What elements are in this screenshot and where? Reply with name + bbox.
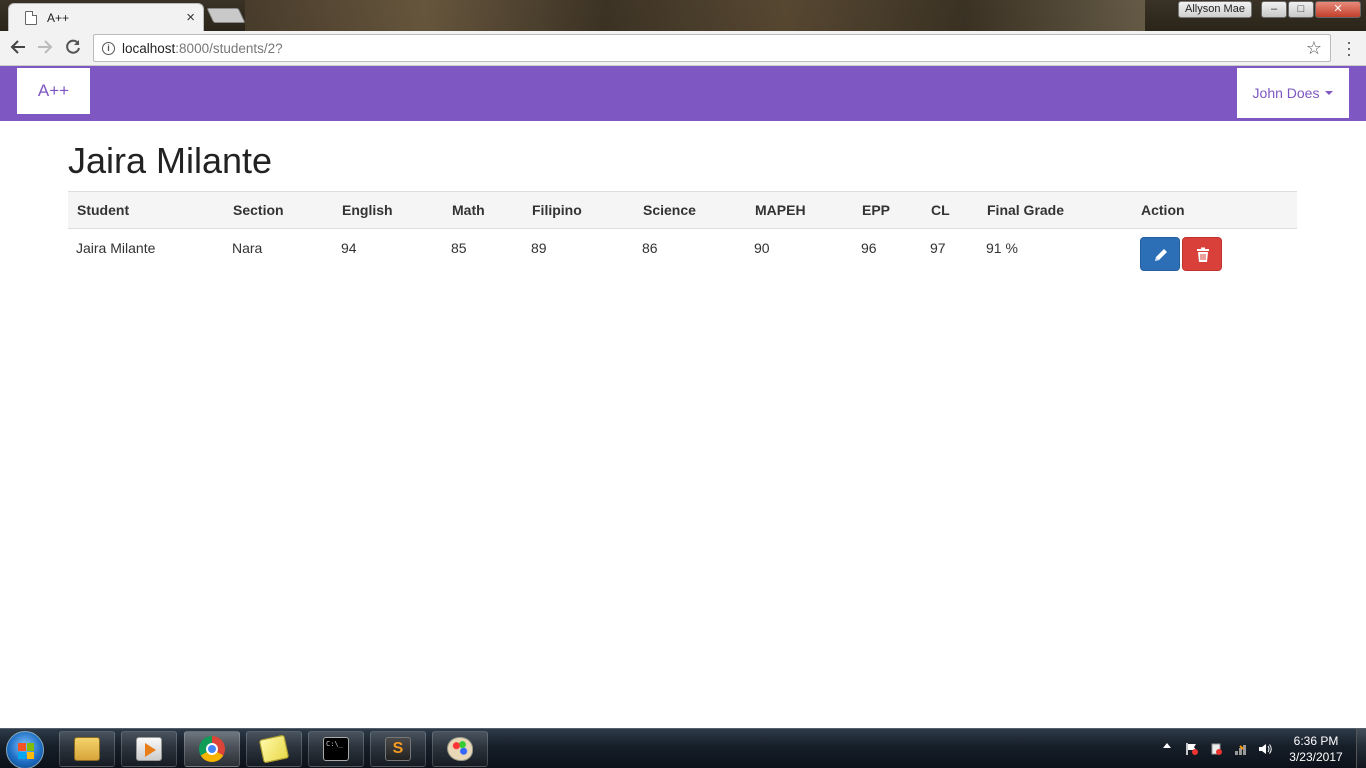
media-player-icon <box>136 737 162 761</box>
browser-titlebar: A++ × Allyson Mae – □ ✕ <box>0 0 1366 31</box>
header-science: Science <box>634 191 746 229</box>
browser-tab[interactable]: A++ × <box>8 3 204 31</box>
brand-logo[interactable]: A++ <box>17 68 90 114</box>
browser-menu-icon[interactable]: · · · <box>1341 33 1357 63</box>
cell-filipino: 89 <box>531 240 547 256</box>
cell-action <box>1132 229 1297 271</box>
taskbar-sublime[interactable]: S <box>370 731 426 767</box>
browser-toolbar: i localhost:8000/students/2? ☆ · · · <box>0 31 1366 66</box>
user-dropdown[interactable]: John Does <box>1237 68 1349 118</box>
header-section: Section <box>224 191 333 229</box>
header-cl: CL <box>922 191 978 229</box>
cell-student: Jaira Milante <box>76 240 156 256</box>
url-path: :8000/students/2? <box>175 40 283 56</box>
show-hidden-icons-icon[interactable] <box>1163 743 1171 748</box>
reload-icon[interactable] <box>63 38 83 58</box>
header-english: English <box>333 191 443 229</box>
taskbar-cmd[interactable]: C:\_ <box>308 731 364 767</box>
header-epp: EPP <box>853 191 922 229</box>
command-prompt-icon: C:\_ <box>323 737 349 761</box>
table-header-row: Student Section English Math Filipino Sc… <box>68 191 1297 229</box>
taskbar-sticky-notes[interactable] <box>246 731 302 767</box>
grades-table: Student Section English Math Filipino Sc… <box>68 191 1297 271</box>
start-button[interactable] <box>6 731 44 768</box>
cell-cl: 97 <box>930 240 946 256</box>
user-name: John Does <box>1252 85 1320 101</box>
device-icon[interactable] <box>1209 742 1223 756</box>
sublime-text-icon: S <box>385 737 411 761</box>
header-mapeh: MAPEH <box>746 191 853 229</box>
clock-date: 3/23/2017 <box>1289 750 1343 764</box>
action-center-flag-icon[interactable] <box>1185 742 1199 756</box>
cell-section: Nara <box>232 240 263 256</box>
header-filipino: Filipino <box>523 191 634 229</box>
back-arrow-icon[interactable] <box>8 38 28 58</box>
volume-icon[interactable] <box>1258 742 1272 756</box>
header-action: Action <box>1132 191 1297 229</box>
clock-time: 6:36 PM <box>1293 734 1339 748</box>
address-bar[interactable]: i localhost:8000/students/2? ☆ <box>93 34 1331 62</box>
url-host: localhost <box>122 40 176 56</box>
tab-title: A++ <box>47 10 70 25</box>
folder-icon <box>74 737 100 761</box>
pencil-icon <box>1155 249 1167 261</box>
windows-logo-icon <box>18 743 34 759</box>
cell-math: 85 <box>451 240 467 256</box>
sticky-notes-icon <box>258 734 290 764</box>
info-icon[interactable]: i <box>102 41 115 55</box>
paint-icon <box>447 737 473 761</box>
app-navbar: A++ John Does <box>0 66 1366 121</box>
forward-arrow-icon[interactable] <box>35 38 55 58</box>
cell-mapeh: 90 <box>754 240 770 256</box>
taskbar-chrome[interactable] <box>184 731 240 767</box>
cell-science: 86 <box>642 240 658 256</box>
delete-button[interactable] <box>1182 237 1222 271</box>
profile-button[interactable]: Allyson Mae <box>1178 1 1252 18</box>
minimize-button[interactable]: – <box>1261 1 1287 18</box>
taskbar-explorer[interactable] <box>59 731 115 767</box>
main-content: Jaira Milante Student Section English Ma… <box>68 121 1297 271</box>
table-row: Jaira Milante Nara 94 85 89 86 90 96 97 … <box>68 229 1297 271</box>
trash-icon <box>1197 247 1209 262</box>
star-icon[interactable]: ☆ <box>1306 38 1322 59</box>
maximize-button[interactable]: □ <box>1288 1 1314 18</box>
window-background <box>245 0 1145 31</box>
cell-epp: 96 <box>861 240 877 256</box>
taskbar-paint[interactable] <box>432 731 488 767</box>
network-icon[interactable] <box>1234 742 1248 756</box>
chrome-icon <box>199 736 225 762</box>
cell-final-grade: 91 % <box>986 240 1018 256</box>
show-desktop-button[interactable] <box>1356 729 1366 768</box>
close-window-button[interactable]: ✕ <box>1315 1 1361 18</box>
cell-english: 94 <box>341 240 357 256</box>
header-math: Math <box>443 191 523 229</box>
page-icon <box>25 10 37 25</box>
edit-button[interactable] <box>1140 237 1180 271</box>
taskbar-media-player[interactable] <box>121 731 177 767</box>
windows-taskbar: C:\_ S 6:36 PM 3/23/2017 <box>0 728 1366 768</box>
header-final-grade: Final Grade <box>978 191 1132 229</box>
tab-close-button[interactable]: × <box>186 9 195 26</box>
new-tab-button[interactable] <box>206 8 246 23</box>
page-title: Jaira Milante <box>68 140 273 181</box>
caret-down-icon <box>1325 91 1334 95</box>
header-student: Student <box>68 191 224 229</box>
system-clock[interactable]: 6:36 PM 3/23/2017 <box>1283 733 1349 765</box>
